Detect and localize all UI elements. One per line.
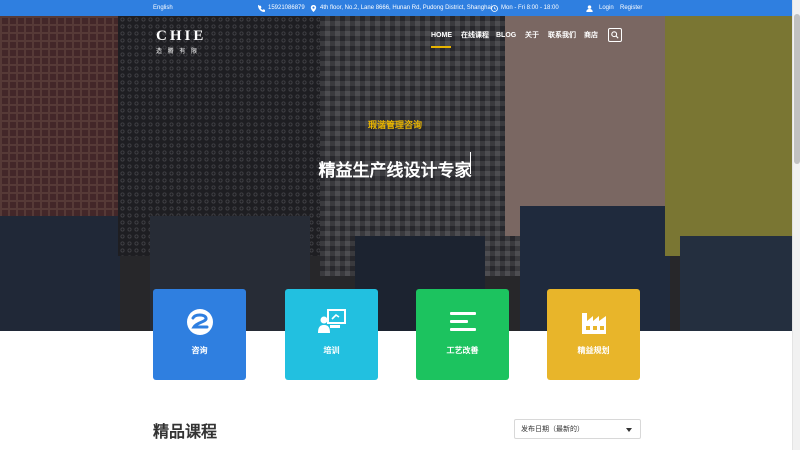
clock-icon: [491, 4, 498, 12]
training-icon: [317, 307, 347, 337]
logo-subtext: 造 腾 有 限: [156, 49, 200, 55]
search-button[interactable]: [608, 28, 622, 42]
phone-number: 15921086879: [268, 5, 305, 11]
chevron-down-icon: [626, 428, 632, 432]
login-link[interactable]: Login: [586, 0, 614, 16]
course-sort-select[interactable]: 发布日期（最新的）: [514, 419, 641, 439]
page-scrollbar[interactable]: [792, 0, 800, 450]
search-icon: [611, 31, 619, 39]
consult-icon: [185, 307, 215, 337]
scrollbar-thumb[interactable]: [794, 14, 800, 164]
language-switch[interactable]: English: [153, 0, 173, 16]
logo-text[interactable]: CHIE: [156, 28, 206, 45]
nav-about[interactable]: 关于: [525, 30, 539, 40]
nav-contact[interactable]: 联系我们: [548, 30, 576, 40]
hero-subtitle: 瑕谐管理咨询: [367, 120, 422, 130]
login-label[interactable]: Login: [599, 5, 614, 11]
top-info-bar: English 15921086879 4th floor, No.2, Lan…: [0, 0, 800, 16]
phone-icon: [258, 4, 265, 12]
location-pin-icon: [310, 4, 317, 12]
hero-title: 精益生产线设计专家: [318, 161, 472, 180]
service-card-label: 咨询: [191, 346, 208, 355]
site-logo[interactable]: CHIE 造 腾 有 限: [156, 28, 206, 55]
service-card-process[interactable]: 工艺改善: [416, 289, 509, 380]
register-link[interactable]: Register: [620, 0, 642, 16]
active-nav-indicator: [431, 46, 451, 48]
service-card-consult[interactable]: 咨询: [153, 289, 246, 380]
factory-icon: [579, 307, 609, 337]
nav-courses[interactable]: 在线课程: [461, 30, 489, 40]
sort-selected-value[interactable]: 发布日期（最新的）: [521, 424, 584, 434]
typing-cursor: [470, 152, 471, 174]
courses-section-title: 精品课程: [153, 424, 218, 441]
list-icon: [448, 307, 478, 337]
service-card-planning[interactable]: 精益规划: [547, 289, 640, 380]
user-icon: [586, 4, 593, 12]
nav-blog[interactable]: BLOG: [496, 32, 516, 39]
nav-shop[interactable]: 商店: [584, 30, 598, 40]
language-label[interactable]: English: [153, 5, 173, 11]
service-card-label: 培训: [323, 346, 340, 355]
service-card-training[interactable]: 培训: [285, 289, 378, 380]
phone-info: 15921086879: [258, 0, 305, 16]
hours-info: Mon - Fri 8:00 - 18:00: [491, 0, 559, 16]
nav-home[interactable]: HOME: [431, 32, 452, 39]
hours-text: Mon - Fri 8:00 - 18:00: [501, 5, 559, 11]
address-info: 4th floor, No.2, Lane 8666, Hunan Rd, Pu…: [310, 0, 492, 16]
address-text: 4th floor, No.2, Lane 8666, Hunan Rd, Pu…: [320, 5, 493, 11]
service-card-label: 精益规划: [577, 346, 610, 355]
register-label[interactable]: Register: [620, 5, 642, 11]
service-card-label: 工艺改善: [446, 346, 479, 355]
